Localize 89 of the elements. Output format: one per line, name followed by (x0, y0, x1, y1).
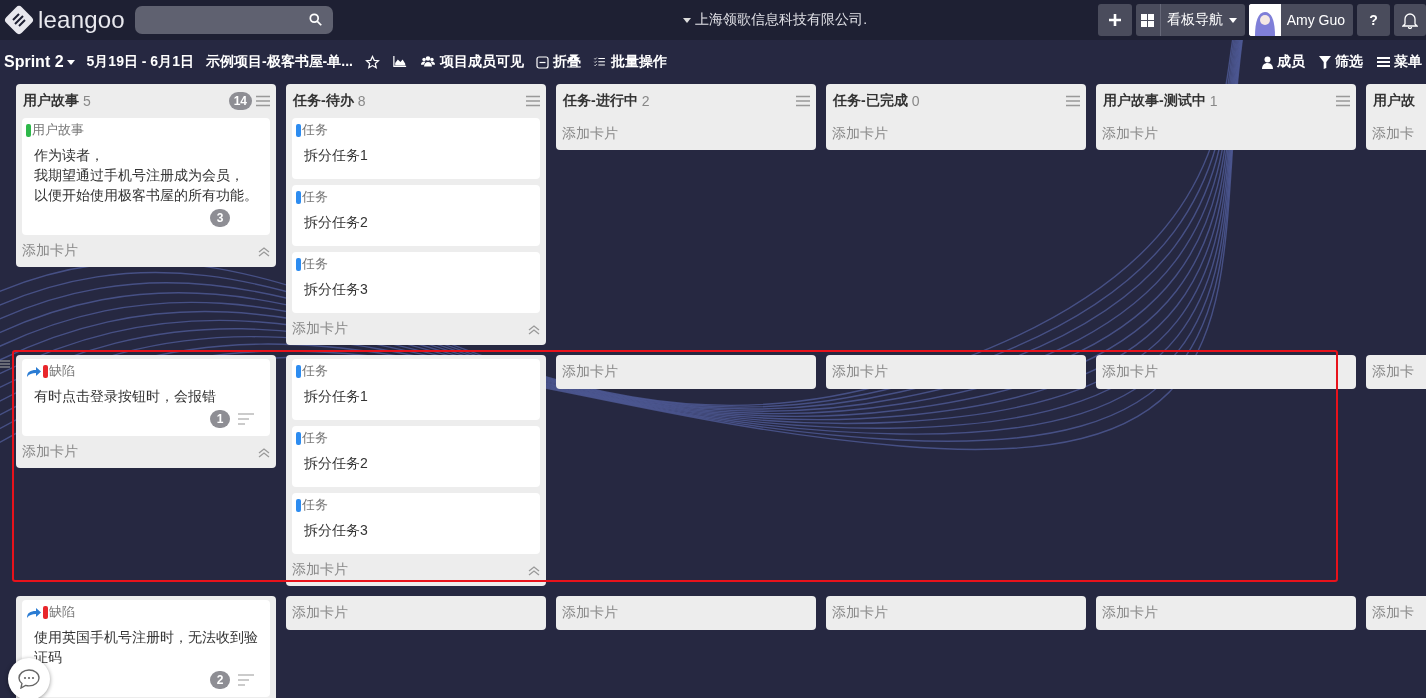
list-title: 用户故 (1373, 92, 1415, 110)
card-type: 任务 (302, 188, 328, 206)
card-title: 拆分任务2 (304, 213, 369, 232)
task-card[interactable]: 任务 拆分任务2 (292, 185, 540, 246)
card-type: 任务 (302, 121, 328, 139)
task-card[interactable]: 任务 拆分任务1 (292, 118, 540, 179)
drag-handle-icon (0, 359, 10, 369)
notification-button[interactable] (1394, 4, 1426, 36)
list-title: 任务-待办 (293, 92, 354, 110)
list-menu-icon (796, 95, 810, 107)
search-field[interactable] (134, 6, 333, 34)
card-title: 我期望通过手机号注册成为会员， (34, 166, 245, 185)
share-arrow-icon (26, 364, 42, 378)
description-icon (238, 413, 254, 425)
grid-icon (1141, 13, 1155, 27)
list-title: 任务-已完成 (833, 92, 908, 110)
list-count: 1 (1209, 93, 1218, 109)
area-chart-icon (391, 55, 408, 69)
card-type: 任务 (302, 362, 328, 380)
card-type: 任务 (302, 429, 328, 447)
user-button[interactable]: Amy Guo (1248, 4, 1353, 36)
share-arrow-icon (26, 605, 42, 619)
menu-icon (1377, 56, 1390, 68)
list-count: 0 (911, 93, 920, 109)
collapse-icon (535, 55, 549, 69)
bell-icon (1402, 11, 1418, 29)
task-card[interactable]: 任务 拆分任务1 (292, 359, 540, 420)
toolbar-link[interactable]: 成员 (1262, 53, 1305, 71)
list-count: 8 (357, 93, 366, 109)
star-icon (364, 54, 380, 70)
toolbar-icon-button[interactable] (391, 55, 408, 69)
caret-icon (1228, 17, 1237, 23)
filter-icon (1319, 55, 1331, 69)
plus-icon (1108, 14, 1121, 26)
board-nav-button[interactable]: 看板导航 (1135, 4, 1245, 36)
toolbar-link[interactable]: 菜单 (1377, 53, 1422, 71)
user-name: Amy Guo (1286, 12, 1345, 28)
person-icon (1262, 55, 1273, 69)
list-count: 2 (641, 93, 650, 109)
list-menu-icon (526, 95, 540, 107)
project-name[interactable]: 示例项目-极客书屋-单... (205, 53, 353, 71)
task-card[interactable]: 缺陷 有时点击登录按钮时，会报错 1 (22, 359, 270, 436)
card-title: 拆分任务3 (304, 280, 369, 299)
toolbar-link[interactable]: 项目成员可见 (419, 53, 524, 71)
toolbar-link[interactable]: 批量操作 (592, 53, 667, 71)
task-card[interactable]: 用户故事 作为读者， 我期望通过手机号注册成为会员， 以便开始使用极客书屋的所有功能。 3 (22, 118, 270, 235)
list-title: 任务-进行中 (563, 92, 638, 110)
sprint-selector[interactable]: Sprint 2 (4, 53, 75, 71)
list-title: 用户故事 (23, 92, 79, 110)
count-badge: 2 (210, 671, 230, 689)
card-title: 拆分任务3 (304, 521, 369, 540)
task-card[interactable]: 任务 拆分任务2 (292, 426, 540, 487)
card-title: 以便开始使用极客书屋的所有功能。 (34, 186, 259, 205)
card-title: 拆分任务1 (304, 146, 369, 165)
card-type: 任务 (302, 496, 328, 514)
list-title: 用户故事-测试中 (1103, 92, 1206, 110)
card-type: 缺陷 (49, 603, 75, 621)
add-button[interactable] (1097, 4, 1132, 36)
chat-icon (18, 669, 40, 689)
card-title: 拆分任务1 (304, 387, 369, 406)
toolbar-link[interactable]: 折叠 (535, 53, 581, 71)
card-title: 作为读者， (34, 146, 105, 165)
card-title: 拆分任务2 (304, 454, 369, 473)
task-card[interactable]: 任务 拆分任务3 (292, 493, 540, 554)
caret-icon (683, 17, 692, 23)
board-nav-label: 看板导航 (1166, 11, 1223, 29)
task-card[interactable]: 任务 拆分任务3 (292, 252, 540, 313)
caret-icon (66, 59, 75, 65)
logo-text: leangoo (38, 6, 125, 34)
card-type: 缺陷 (49, 362, 75, 380)
help-button[interactable]: ? (1357, 4, 1390, 36)
count-badge: 3 (210, 209, 230, 227)
toolbar-icon-button[interactable] (364, 54, 380, 70)
list-menu-icon (256, 95, 270, 107)
list-menu-icon (1336, 95, 1350, 107)
list-menu-icon (1066, 95, 1080, 107)
card-type: 任务 (302, 255, 328, 273)
card-type: 用户故事 (32, 121, 84, 139)
list-count: 5 (83, 93, 91, 109)
card-title: 有时点击登录按钮时，会报错 (34, 387, 217, 406)
count-badge: 1 (210, 410, 230, 428)
toolbar-link[interactable]: 筛选 (1319, 53, 1363, 71)
description-icon (238, 674, 254, 686)
company-name[interactable]: 上海领歌信息科技有限公司. (695, 11, 868, 29)
sprint-dates: 5月19日 - 6月1日 (86, 53, 194, 71)
search-icon (308, 13, 323, 27)
count-badge: 14 (228, 92, 252, 110)
group-icon (419, 55, 436, 69)
checklist-icon (592, 55, 607, 69)
